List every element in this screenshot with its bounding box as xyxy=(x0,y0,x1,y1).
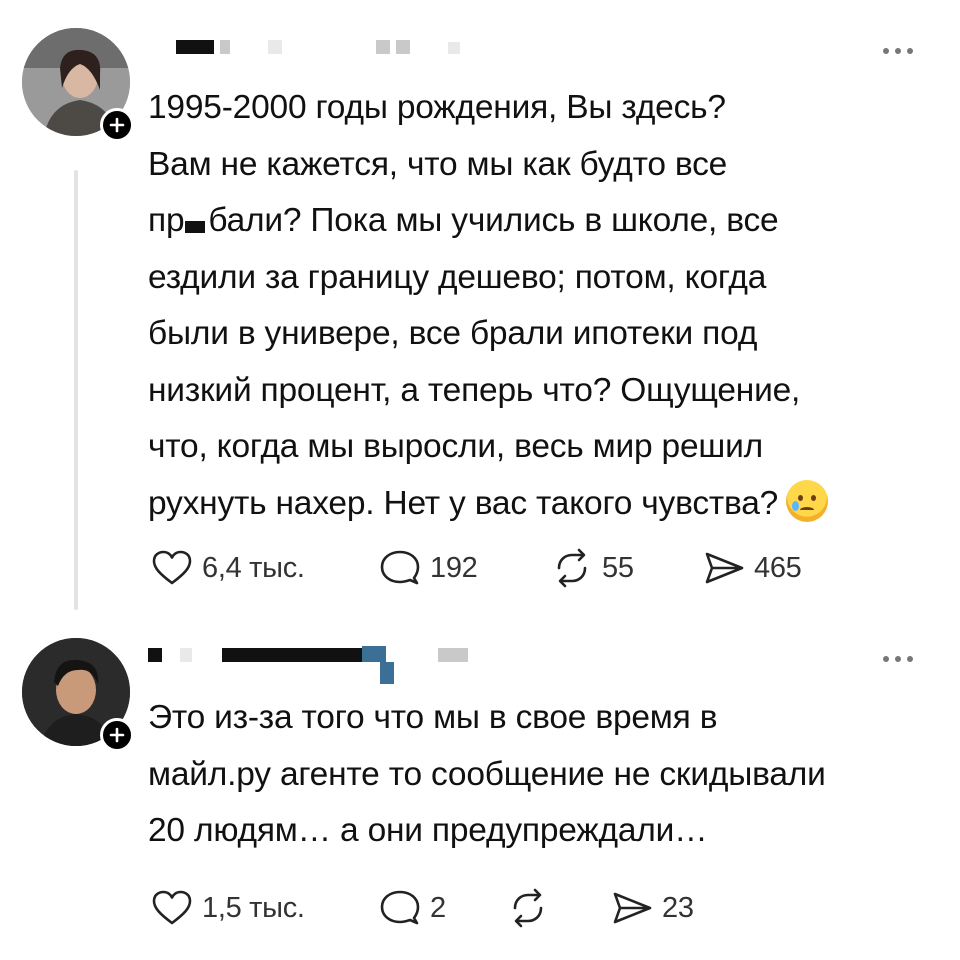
post-text-fragment: рухнуть нахер. Нет у вас такого чувства? xyxy=(148,484,779,522)
censor-block xyxy=(185,221,206,233)
post-text-fragment: бали? Пока мы учились в школе, все xyxy=(208,202,779,239)
post-text-line: 1995-2000 годы рождения, Вы здесь? xyxy=(148,89,726,126)
post-text-line: ездили за границу дешево; потом, когда xyxy=(148,258,767,296)
share-button[interactable]: 23 xyxy=(610,888,730,928)
share-count: 23 xyxy=(662,891,694,924)
plus-icon xyxy=(109,117,125,133)
plus-icon xyxy=(109,727,125,743)
send-arrow-icon xyxy=(613,892,652,924)
post-actions: 1,5 тыс. 2 23 xyxy=(150,888,730,928)
threads-feed: 1995-2000 годы рождения, Вы здесь? Вам н… xyxy=(0,0,960,960)
repost-button[interactable]: 55 xyxy=(550,548,702,588)
reply-button[interactable]: 2 xyxy=(378,888,506,928)
post-text-line: 20 людям… а они предупреждали… xyxy=(148,812,708,849)
follow-button[interactable] xyxy=(100,718,134,752)
like-count: 6,4 тыс. xyxy=(202,551,305,584)
follow-button[interactable] xyxy=(100,108,134,142)
post-actions: 6,4 тыс. 192 55 465 xyxy=(150,548,842,588)
like-count: 1,5 тыс. xyxy=(202,891,305,924)
share-count: 465 xyxy=(754,551,802,584)
like-button[interactable]: 1,5 тыс. xyxy=(150,888,378,928)
author-name-redacted[interactable] xyxy=(148,646,488,686)
post-text-fragment: пр xyxy=(148,202,185,239)
reply-count: 2 xyxy=(430,891,446,924)
speech-bubble-icon xyxy=(380,890,420,925)
repost-button[interactable] xyxy=(506,888,610,928)
post-text-line: были в универе, все брали ипотеки под xyxy=(148,315,758,352)
repost-arrows-icon xyxy=(557,548,587,588)
post-text-line: Вам не кажется, что мы как будто все xyxy=(148,145,728,183)
heart-icon xyxy=(152,550,192,585)
more-options-icon[interactable] xyxy=(880,654,920,664)
post-text-line: пр бали? Пока мы учились в школе, все xyxy=(148,193,938,250)
thread-line xyxy=(74,170,78,610)
reply-button[interactable]: 192 xyxy=(378,548,550,588)
post-text-line: Это из-за того что мы в свое время в xyxy=(148,699,718,736)
post-text-line: что, когда мы выросли, весь мир решил xyxy=(148,428,763,465)
post-text-line: низкий процент, а теперь что? Ощущение, xyxy=(148,371,801,409)
crying-face-emoji-icon xyxy=(786,479,829,522)
send-arrow-icon xyxy=(705,552,744,584)
repost-count: 55 xyxy=(602,551,634,584)
post-text-line: майл.ру агенте то сообщение не скидывали xyxy=(148,755,826,793)
share-button[interactable]: 465 xyxy=(702,548,842,588)
like-button[interactable]: 6,4 тыс. xyxy=(150,548,378,588)
heart-icon xyxy=(152,890,192,925)
post-text: Это из-за того что мы в свое время в май… xyxy=(148,690,938,860)
author-name-redacted[interactable] xyxy=(176,40,476,56)
post-text: 1995-2000 годы рождения, Вы здесь? Вам н… xyxy=(148,80,938,532)
more-options-icon[interactable] xyxy=(880,46,920,56)
post: 1995-2000 годы рождения, Вы здесь? Вам н… xyxy=(0,0,960,625)
repost-arrows-icon xyxy=(513,888,543,928)
speech-bubble-icon xyxy=(380,550,420,585)
post-text-line: рухнуть нахер. Нет у вас такого чувства? xyxy=(148,476,938,533)
reply-count: 192 xyxy=(430,551,478,584)
